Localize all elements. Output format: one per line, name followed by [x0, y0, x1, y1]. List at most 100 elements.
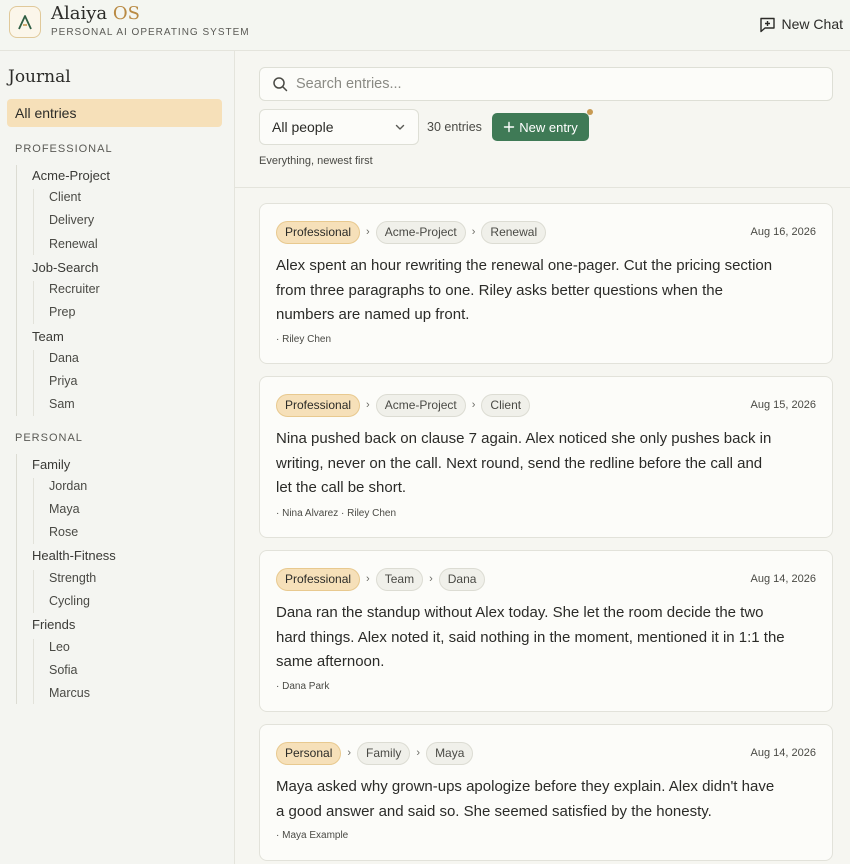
- entry-breadcrumb: Professional › Acme-Project › Renewal: [276, 220, 547, 244]
- new-entry-label: New entry: [519, 119, 578, 135]
- chevron-right-icon: ›: [429, 573, 433, 585]
- tag-pill[interactable]: Acme-Project: [375, 220, 466, 244]
- tree-line: [16, 454, 17, 704]
- sidebar-item-health-fitness[interactable]: Health-Fitness: [32, 548, 116, 563]
- brand-subtitle: PERSONAL AI OPERATING SYSTEM: [51, 27, 250, 38]
- entry-line: writing, never on the call. Next round, …: [276, 454, 763, 472]
- tree-line: [33, 350, 34, 416]
- sidebar-item-all-entries[interactable]: All entries: [7, 99, 222, 127]
- sidebar-item-maya[interactable]: Maya: [49, 502, 80, 516]
- category-pill[interactable]: Professional: [276, 220, 361, 244]
- tag-pill[interactable]: Acme-Project: [375, 393, 466, 417]
- tag-pill[interactable]: Maya: [426, 741, 474, 765]
- journal-sidebar: Journal All entries PROFESSIONAL Acme-Pr…: [0, 51, 235, 864]
- chevron-down-icon: [395, 124, 405, 130]
- category-pill[interactable]: Professional: [276, 567, 361, 591]
- people-filter-value: All people: [272, 119, 334, 135]
- search-input[interactable]: [296, 76, 816, 92]
- sidebar-item-family[interactable]: Family: [32, 457, 70, 472]
- sidebar-item-priya[interactable]: Priya: [49, 374, 77, 388]
- sidebar-item-sofia[interactable]: Sofia: [49, 663, 78, 677]
- entry-count: 30 entries: [427, 120, 482, 134]
- sidebar-item-sam[interactable]: Sam: [49, 397, 75, 411]
- sidebar-item-leo[interactable]: Leo: [49, 640, 70, 654]
- sidebar-item-acme-project[interactable]: Acme-Project: [32, 168, 110, 183]
- brand-name: Alaiya OS: [51, 3, 140, 24]
- journal-entry-card[interactable]: Professional › Team › Dana Aug 14, 2026 …: [259, 550, 833, 712]
- brand-main: Alaiya: [51, 3, 108, 24]
- new-chat-icon: [759, 17, 775, 32]
- chevron-right-icon: ›: [416, 747, 421, 759]
- new-chat-button[interactable]: New Chat: [759, 13, 843, 35]
- chevron-right-icon: ›: [366, 573, 370, 585]
- divider: [235, 187, 850, 188]
- tag-pill[interactable]: Family: [357, 741, 411, 765]
- search-icon: [273, 77, 288, 92]
- sidebar-item-cycling[interactable]: Cycling: [49, 594, 90, 608]
- chevron-right-icon: ›: [471, 399, 476, 411]
- entry-line: a good answer and said so. She seemed sa…: [276, 802, 712, 820]
- sidebar-item-renewal[interactable]: Renewal: [49, 237, 98, 251]
- entry-date: Aug 14, 2026: [750, 747, 816, 759]
- sidebar-item-strength[interactable]: Strength: [49, 571, 96, 585]
- people-filter-select[interactable]: All people: [259, 109, 419, 145]
- journal-entry-card[interactable]: Professional › Acme-Project › Client Aug…: [259, 376, 833, 538]
- tag-pill[interactable]: Client: [481, 393, 531, 417]
- tree-line: [16, 165, 17, 416]
- entry-line: Maya asked why grown-ups apologize befor…: [276, 778, 775, 795]
- entry-body: Dana ran the standup without Alex today.…: [276, 601, 818, 675]
- new-entry-button[interactable]: New entry: [492, 113, 589, 141]
- sidebar-item-prep[interactable]: Prep: [49, 305, 75, 319]
- entry-people: · Maya Example: [276, 830, 349, 841]
- entry-body: Maya asked why grown-ups apologize befor…: [276, 775, 818, 824]
- sidebar-item-friends[interactable]: Friends: [32, 617, 75, 632]
- chevron-right-icon: ›: [366, 226, 370, 238]
- entry-people: · Nina Alvarez · Riley Chen: [276, 508, 397, 519]
- entry-line: Nina pushed back on clause 7 again. Alex…: [276, 430, 772, 447]
- sidebar-item-team[interactable]: Team: [32, 329, 64, 344]
- entry-date: Aug 16, 2026: [750, 226, 816, 238]
- entry-date: Aug 15, 2026: [750, 399, 816, 411]
- tag-pill[interactable]: Team: [375, 567, 424, 591]
- category-pill[interactable]: Professional: [276, 393, 361, 417]
- list-subtitle: Everything, newest first: [259, 155, 373, 167]
- sidebar-item-client[interactable]: Client: [49, 190, 81, 204]
- tree-line: [33, 570, 34, 613]
- tree-line: [33, 639, 34, 704]
- logo-a-icon: [18, 15, 32, 30]
- main-panel: All people 30 entries New entry Everythi…: [235, 51, 850, 864]
- journal-entry-card[interactable]: Professional › Acme-Project › Renewal Au…: [259, 203, 833, 364]
- entry-body: Nina pushed back on clause 7 again. Alex…: [276, 427, 818, 501]
- search-box[interactable]: [259, 67, 833, 101]
- entry-breadcrumb: Personal › Family › Maya: [276, 741, 474, 765]
- sidebar-item-job-search[interactable]: Job-Search: [32, 260, 98, 275]
- brand-os: OS: [112, 3, 140, 24]
- entry-people: · Riley Chen: [276, 334, 332, 345]
- chevron-right-icon: ›: [471, 226, 476, 238]
- tree-line: [33, 478, 34, 544]
- entry-line: Alex spent an hour rewriting the renewal…: [276, 257, 773, 274]
- entry-date: Aug 14, 2026: [750, 573, 816, 585]
- sidebar-item-rose[interactable]: Rose: [49, 525, 78, 539]
- plus-icon: [504, 121, 515, 133]
- sidebar-item-dana[interactable]: Dana: [49, 351, 79, 365]
- new-chat-label: New Chat: [781, 16, 843, 32]
- chevron-right-icon: ›: [366, 399, 370, 411]
- entry-breadcrumb: Professional › Team › Dana: [276, 567, 486, 591]
- tag-pill[interactable]: Renewal: [481, 220, 547, 244]
- journal-entry-card[interactable]: Personal › Family › Maya Aug 14, 2026 Ma…: [259, 724, 833, 861]
- app-logo[interactable]: [9, 6, 41, 38]
- tag-pill[interactable]: Dana: [438, 567, 486, 591]
- entry-people: · Dana Park: [276, 681, 330, 692]
- entry-body: Alex spent an hour rewriting the renewal…: [276, 254, 818, 328]
- tree-line: [33, 189, 34, 255]
- sidebar-item-jordan[interactable]: Jordan: [49, 479, 87, 493]
- entry-line: let the call be short.: [276, 479, 407, 497]
- entry-line: same afternoon.: [276, 653, 385, 671]
- category-pill[interactable]: Personal: [276, 741, 342, 765]
- sidebar-item-recruiter[interactable]: Recruiter: [49, 282, 100, 296]
- sidebar-item-marcus[interactable]: Marcus: [49, 686, 90, 700]
- sidebar-item-delivery[interactable]: Delivery: [49, 213, 94, 227]
- entry-line: hard things. Alex noted it, said nothing…: [276, 628, 785, 646]
- app-header: Alaiya OS PERSONAL AI OPERATING SYSTEM N…: [0, 0, 850, 51]
